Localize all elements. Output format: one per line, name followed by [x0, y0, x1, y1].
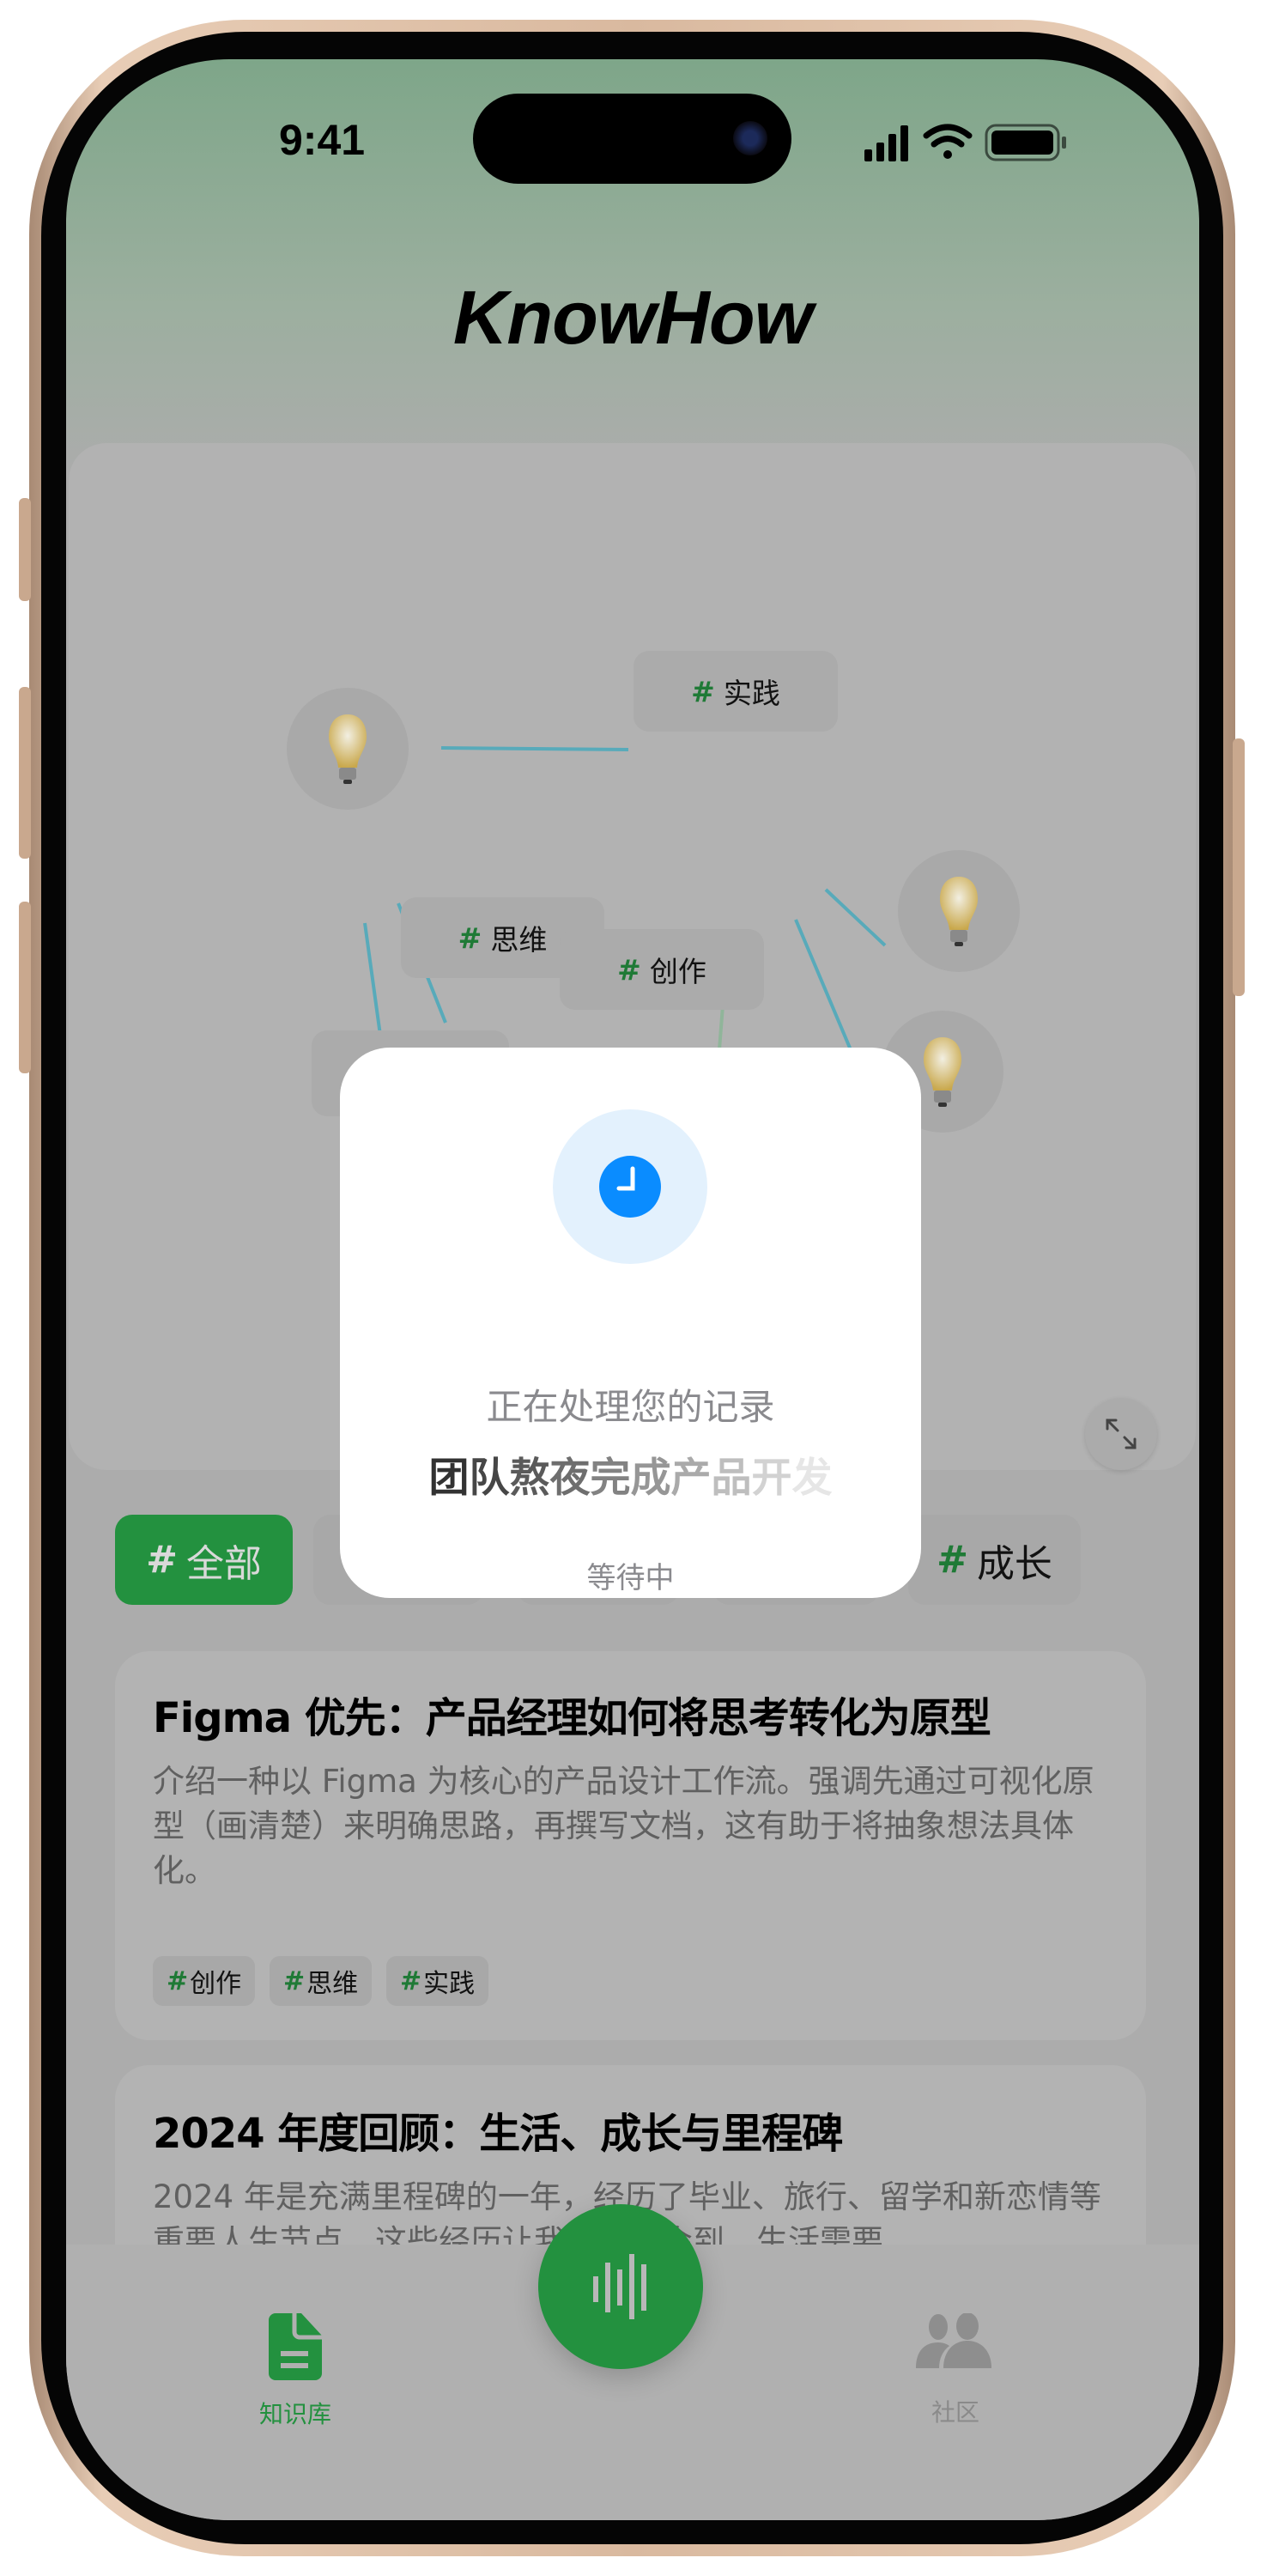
- status-time: 9:41: [279, 116, 366, 164]
- graph-tag-node[interactable]: # 创作: [560, 929, 764, 1010]
- app-title: KnowHow: [452, 275, 813, 360]
- tag-label: 实践: [423, 1969, 476, 1999]
- node-label: 思维: [490, 923, 548, 957]
- hash-mark: #: [617, 952, 641, 987]
- document-icon: [269, 2313, 322, 2380]
- tag-label: 思维: [306, 1969, 359, 1999]
- volume-up-button: [19, 687, 31, 859]
- record-title-char: 品: [711, 1455, 752, 1502]
- hash-mark: #: [458, 920, 482, 955]
- hash-mark: #: [283, 1965, 306, 1996]
- chip-label: 成长: [976, 1541, 1052, 1586]
- note-card[interactable]: Figma 优先：产品经理如何将思考转化为原型 介绍一种以 Figma 为核心的…: [115, 1651, 1146, 2040]
- node-label: 实践: [723, 677, 780, 710]
- volume-down-button: [19, 902, 31, 1073]
- clock-icon-badge: [553, 1109, 707, 1264]
- wifi-icon: [923, 124, 973, 159]
- card-title: Figma 优先：产品经理如何将思考转化为原型: [153, 1694, 991, 1742]
- tab-knowledge[interactable]: 知识库: [209, 2313, 381, 2430]
- tab-label: 知识库: [258, 2400, 331, 2428]
- record-title-char: 产: [670, 1455, 712, 1502]
- record-title-char: 成: [630, 1455, 671, 1502]
- filter-chip-growth[interactable]: # 成长: [908, 1515, 1081, 1605]
- record-title-char: 队: [469, 1455, 510, 1502]
- record-title-char: 夜: [549, 1455, 591, 1502]
- chip-label: 全部: [185, 1541, 262, 1586]
- people-icon: [916, 2313, 991, 2368]
- battery-icon: [985, 124, 1066, 161]
- camera-icon: [733, 121, 767, 155]
- card-description: 介绍一种以 Figma 为核心的产品设计工作流。强调先通过可视化原型（画清楚）来…: [153, 1763, 1094, 1889]
- processing-dialog: 正在处理您的记录 团队熬夜完成产品开发 等待中: [340, 1048, 921, 1598]
- record-title-char: 熬: [509, 1455, 550, 1502]
- dialog-status: 等待中: [586, 1561, 675, 1595]
- card-tag[interactable]: # 思维: [270, 1956, 373, 2006]
- screen: 9:41 KnowHow # 实践 # 思维 # 创作 # 全部 # 成长 Fi…: [66, 59, 1199, 2520]
- action-button: [19, 498, 31, 601]
- lightbulb-icon[interactable]: [898, 850, 1020, 972]
- record-title-char: 完: [590, 1455, 631, 1502]
- card-title: 2024 年度回顾：生活、成长与里程碑: [153, 2110, 843, 2158]
- hash-mark: #: [146, 1538, 178, 1582]
- clock-icon: [599, 1156, 661, 1218]
- tag-label: 创作: [190, 1969, 242, 1999]
- record-title-char: 团: [428, 1455, 470, 1502]
- record-title-char: 开: [751, 1455, 792, 1502]
- hash-mark: #: [400, 1965, 422, 1996]
- record-button[interactable]: [538, 2204, 703, 2369]
- lightbulb-icon[interactable]: [287, 688, 409, 810]
- card-tag[interactable]: # 创作: [153, 1956, 256, 2006]
- graph-edge: [824, 888, 887, 947]
- expand-icon: [1106, 1419, 1137, 1449]
- graph-edge: [440, 746, 629, 751]
- hash-mark: #: [691, 674, 715, 708]
- tab-label: 社区: [931, 2398, 979, 2427]
- expand-button[interactable]: [1085, 1398, 1157, 1470]
- hash-mark: #: [167, 1965, 189, 1996]
- power-button: [1233, 738, 1245, 996]
- waveform-icon: [593, 2254, 646, 2319]
- status-icons: [864, 124, 1066, 161]
- record-title: 团队熬夜完成产品开发: [340, 1444, 921, 1504]
- dynamic-island: [473, 94, 791, 184]
- tab-community[interactable]: 社区: [870, 2313, 1041, 2428]
- record-title-char: 发: [791, 1455, 833, 1502]
- signal-icon: [864, 125, 908, 161]
- filter-chip-all[interactable]: # 全部: [115, 1515, 293, 1605]
- dialog-heading: 正在处理您的记录: [486, 1386, 775, 1428]
- node-label: 创作: [649, 955, 706, 988]
- graph-tag-node[interactable]: # 实践: [634, 651, 838, 732]
- hash-mark: #: [937, 1538, 968, 1582]
- card-tag[interactable]: # 实践: [386, 1956, 489, 2006]
